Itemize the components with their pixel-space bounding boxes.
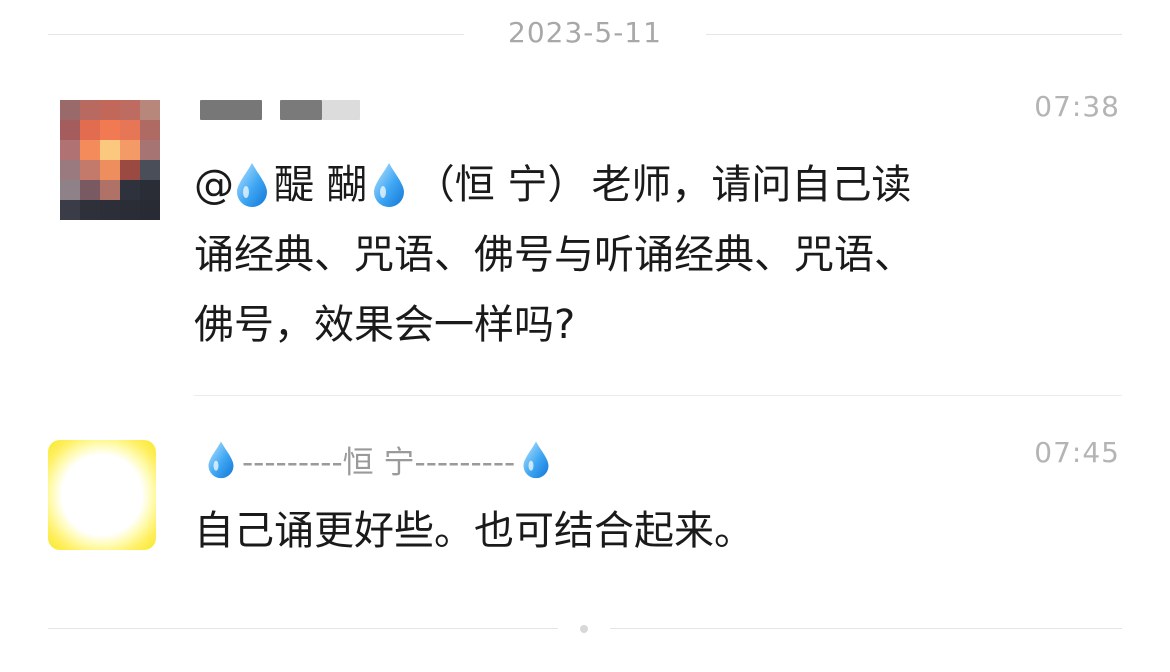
sender-name-redacted bbox=[322, 100, 360, 120]
mention-name: 醍 醐 bbox=[274, 162, 367, 208]
chat-view: 2023-5-11 07:38 @ 醍 醐 （恒 宁） 老师，请问自己读 诵经典… bbox=[0, 0, 1170, 672]
avatar[interactable] bbox=[60, 100, 160, 220]
date-separator: 2023-5-11 bbox=[48, 14, 1122, 54]
message-time: 07:45 bbox=[1034, 436, 1120, 469]
sender-name-redacted bbox=[200, 100, 262, 120]
message-line: 诵经典、咒语、佛号与听诵经典、咒语、 bbox=[194, 232, 914, 278]
bottom-divider-dot bbox=[580, 625, 588, 633]
droplet-icon bbox=[237, 163, 267, 207]
message-text[interactable]: 自己诵更好些。也可结合起来。 bbox=[194, 496, 1104, 566]
date-divider-right bbox=[706, 34, 1122, 35]
bottom-divider-right bbox=[610, 628, 1122, 629]
droplet-icon bbox=[523, 441, 549, 479]
message-text[interactable]: @ 醍 醐 （恒 宁） 老师，请问自己读 诵经典、咒语、佛号与听诵经典、咒语、 佛号，… bbox=[194, 150, 1104, 360]
bottom-divider-left bbox=[48, 628, 558, 629]
message-line: 佛号，效果会一样吗? bbox=[194, 302, 576, 348]
message-time: 07:38 bbox=[1034, 90, 1120, 123]
droplet-icon bbox=[373, 163, 404, 207]
droplet-icon bbox=[208, 441, 234, 479]
mention-suffix: （恒 宁） bbox=[414, 162, 588, 208]
message-line: 自己诵更好些。也可结合起来。 bbox=[194, 508, 754, 554]
sender-name-text: ---------恒 宁--------- bbox=[242, 444, 516, 481]
mention-at: @ bbox=[194, 162, 234, 208]
message-line-text: 老师，请问自己读 bbox=[591, 162, 912, 208]
date-label: 2023-5-11 bbox=[508, 16, 662, 49]
message-divider bbox=[194, 395, 1122, 396]
sender-name-redacted bbox=[280, 100, 322, 120]
message-line: @ 醍 醐 （恒 宁） 老师，请问自己读 bbox=[194, 150, 1104, 220]
avatar[interactable] bbox=[48, 440, 156, 550]
sender-name[interactable]: ---------恒 宁--------- bbox=[200, 434, 557, 484]
